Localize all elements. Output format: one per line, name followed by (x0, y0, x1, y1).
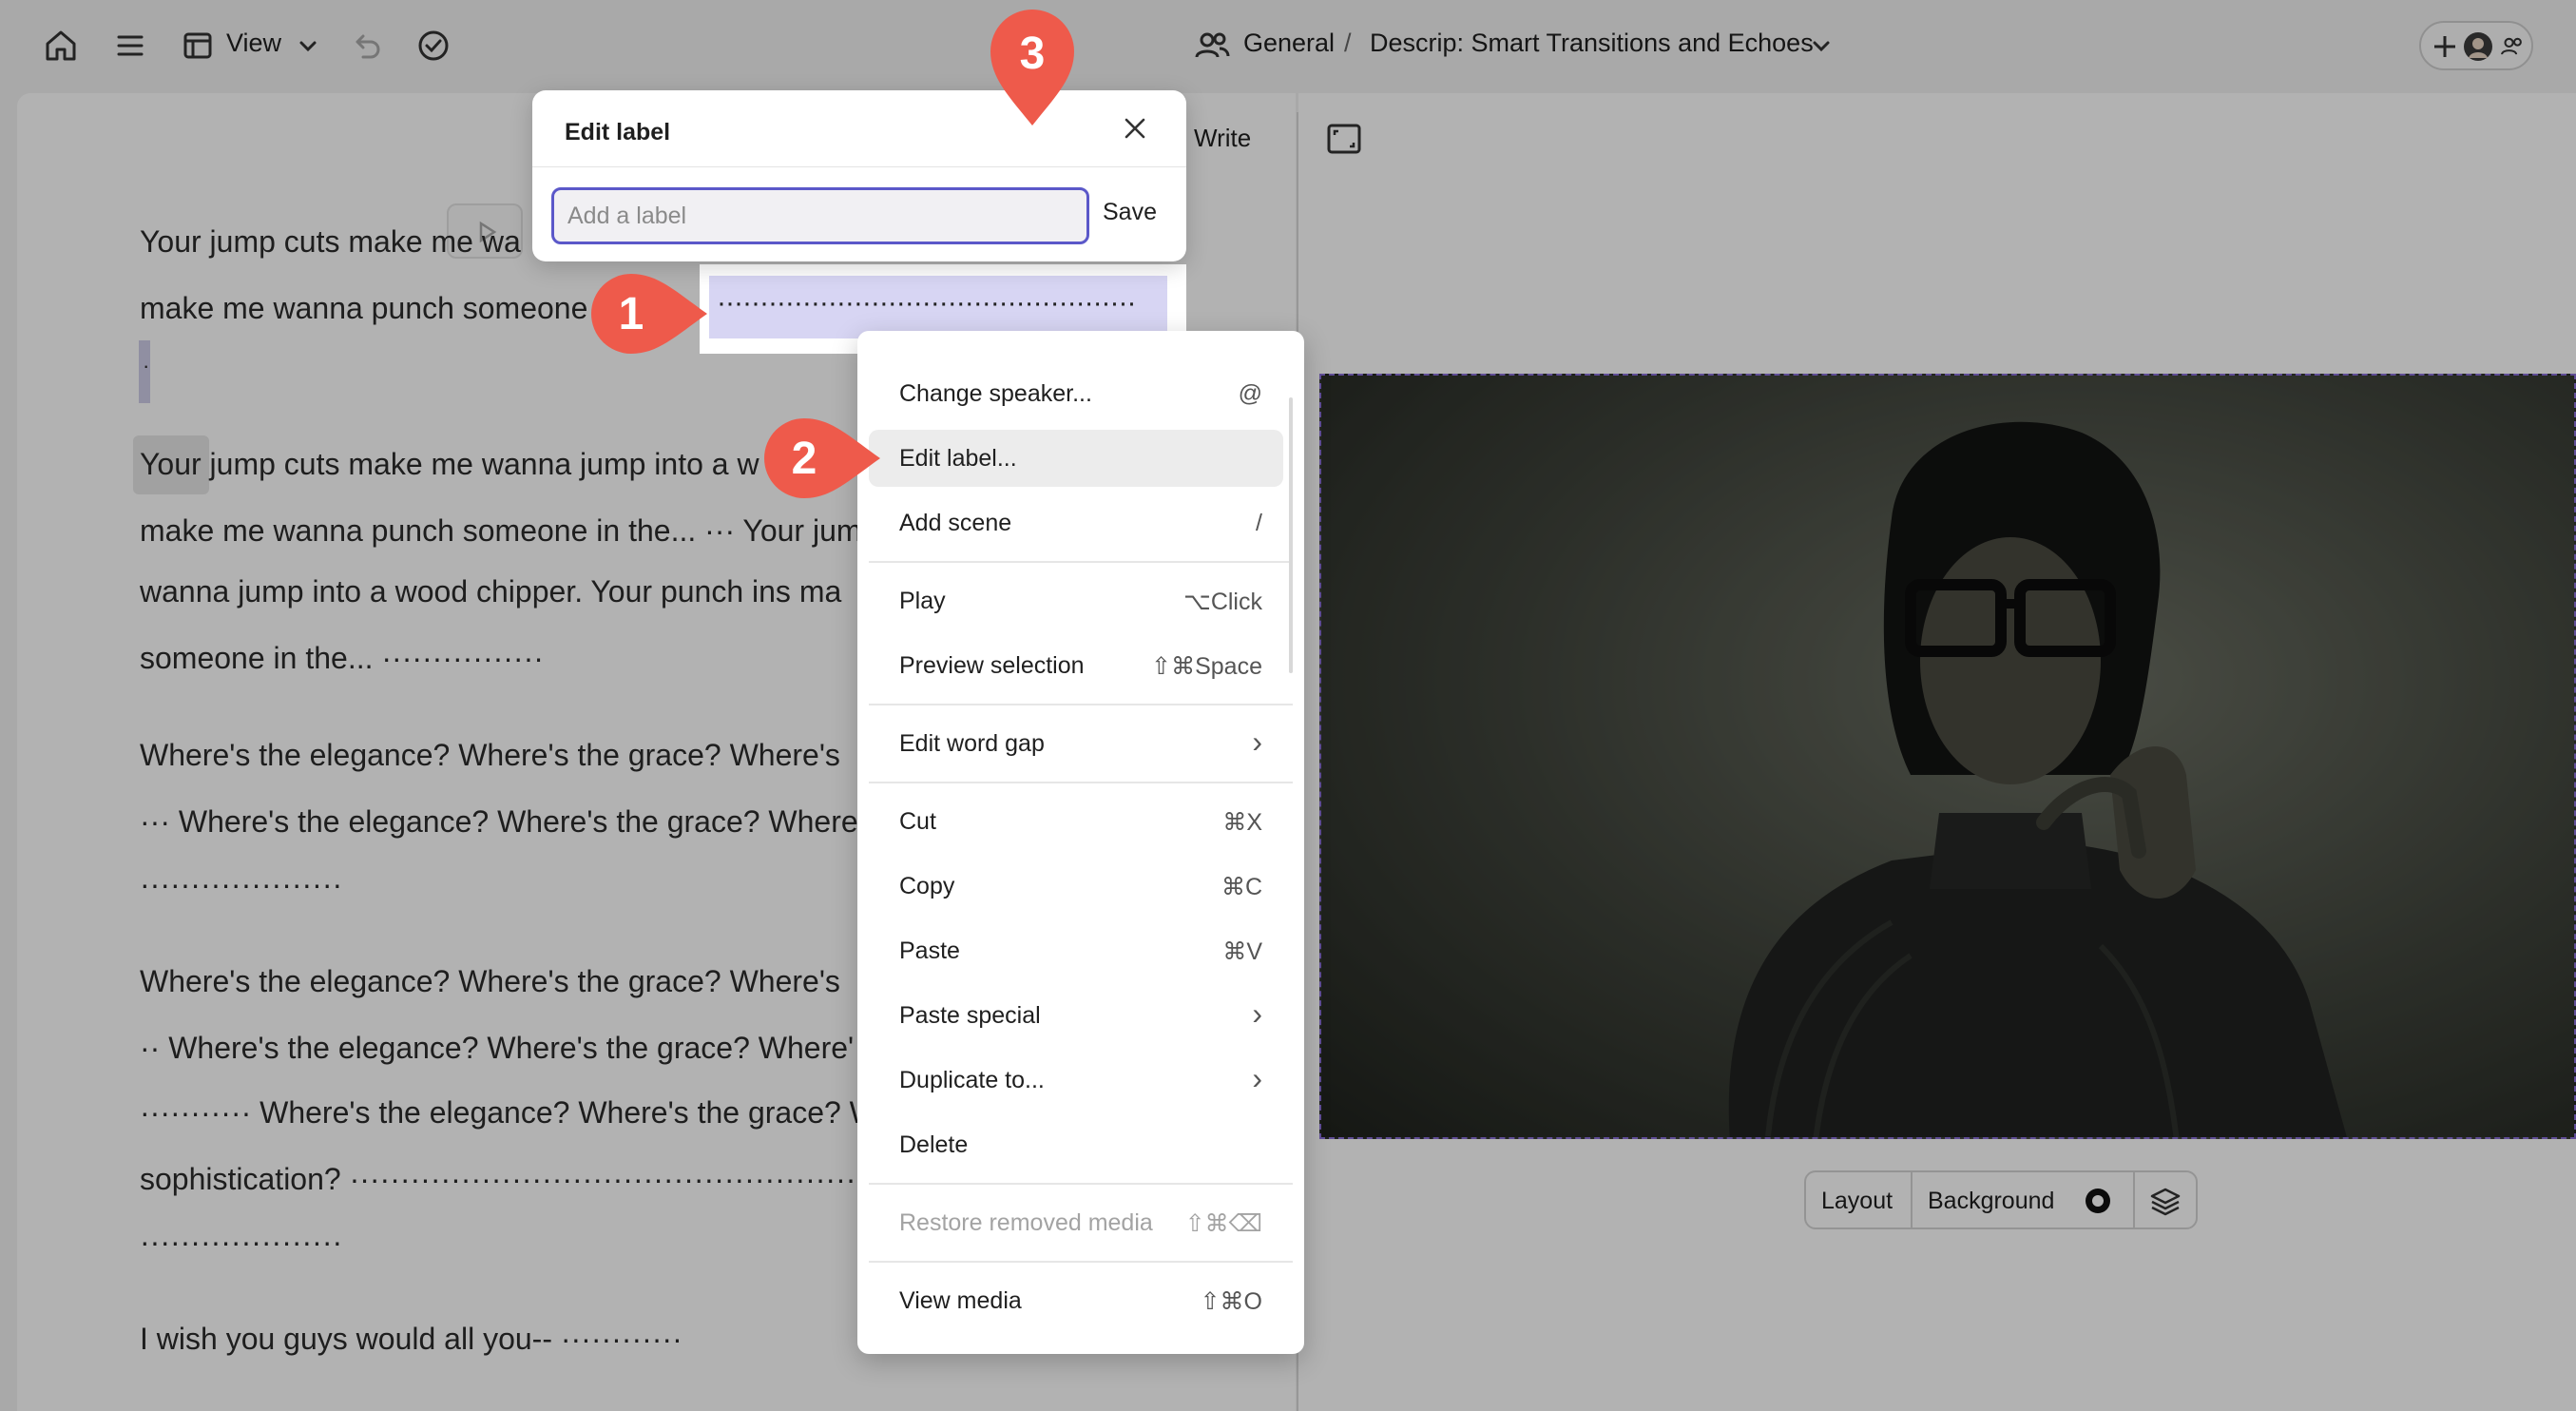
label-input[interactable] (551, 187, 1089, 244)
menu-item-label: Duplicate to... (899, 1067, 1045, 1093)
menu-item-edit-word-gap[interactable]: Edit word gap › (869, 715, 1283, 772)
badge-number: 1 (619, 289, 644, 339)
menu-separator (869, 704, 1293, 706)
menu-item-label: Cut (899, 808, 936, 835)
badge-number: 3 (1020, 29, 1046, 79)
menu-item-restore-removed-media: Restore removed media ⇧⌘⌫ (869, 1194, 1283, 1251)
chevron-right-icon: › (1252, 1061, 1262, 1095)
menu-item-duplicate-to[interactable]: Duplicate to... › (869, 1052, 1283, 1109)
popover-title: Edit label (565, 119, 671, 145)
menu-item-label: View media (899, 1287, 1022, 1314)
menu-item-shortcut: ⌘V (1222, 938, 1262, 965)
menu-item-shortcut: ⌘C (1221, 874, 1262, 900)
menu-item-label: Paste special (899, 1002, 1041, 1029)
menu-item-label: Copy (899, 873, 955, 899)
badge-number: 2 (792, 434, 817, 484)
chevron-right-icon: › (1252, 996, 1262, 1031)
menu-item-add-scene[interactable]: Add scene / (869, 494, 1283, 551)
menu-item-preview-selection[interactable]: Preview selection ⇧⌘Space (869, 637, 1283, 694)
menu-item-edit-label[interactable]: Edit label... (869, 430, 1283, 487)
context-menu: Change speaker... @ Edit label... Add sc… (857, 331, 1304, 1354)
menu-scrollbar[interactable] (1289, 397, 1293, 673)
edit-label-popover: Edit label Save (532, 90, 1186, 261)
menu-item-shortcut: @ (1238, 380, 1262, 407)
menu-item-shortcut: ⇧⌘Space (1151, 653, 1262, 680)
annotation-badge-2: 2 (764, 418, 880, 498)
menu-item-shortcut: ⇧⌘O (1200, 1288, 1262, 1315)
menu-item-copy[interactable]: Copy ⌘C (869, 858, 1283, 915)
save-button[interactable]: Save (1103, 199, 1157, 226)
chevron-right-icon: › (1252, 725, 1262, 759)
menu-item-label: Add scene (899, 510, 1012, 536)
menu-separator (869, 1261, 1293, 1263)
menu-item-shortcut: ⌘X (1222, 809, 1262, 836)
menu-item-shortcut: ⇧⌘⌫ (1184, 1210, 1262, 1237)
menu-item-label: Edit label... (899, 445, 1017, 472)
selected-gap-dots: ········································… (717, 287, 1137, 319)
menu-item-shortcut: ⌥Click (1183, 589, 1262, 615)
menu-item-label: Restore removed media (899, 1209, 1153, 1236)
menu-item-cut[interactable]: Cut ⌘X (869, 793, 1283, 850)
menu-item-label: Delete (899, 1131, 969, 1158)
menu-item-label: Preview selection (899, 652, 1085, 679)
menu-item-paste-special[interactable]: Paste special › (869, 987, 1283, 1044)
menu-item-label: Edit word gap (899, 730, 1045, 757)
annotation-badge-3: 3 (990, 10, 1074, 126)
menu-separator (869, 782, 1293, 783)
menu-item-play[interactable]: Play ⌥Click (869, 572, 1283, 629)
menu-item-paste[interactable]: Paste ⌘V (869, 922, 1283, 979)
menu-separator (869, 561, 1293, 563)
menu-item-change-speaker[interactable]: Change speaker... @ (869, 365, 1283, 422)
annotation-badge-1: 1 (591, 274, 707, 354)
menu-item-delete[interactable]: Delete (869, 1116, 1283, 1173)
menu-item-label: Play (899, 588, 946, 614)
menu-item-view-media[interactable]: View media ⇧⌘O (869, 1272, 1283, 1329)
menu-item-shortcut: / (1256, 510, 1262, 536)
popover-divider (532, 166, 1186, 167)
close-icon[interactable] (1120, 113, 1150, 144)
menu-separator (869, 1183, 1293, 1185)
selected-gap[interactable]: ········································… (709, 276, 1167, 338)
menu-item-label: Change speaker... (899, 380, 1092, 407)
menu-item-label: Paste (899, 937, 960, 964)
